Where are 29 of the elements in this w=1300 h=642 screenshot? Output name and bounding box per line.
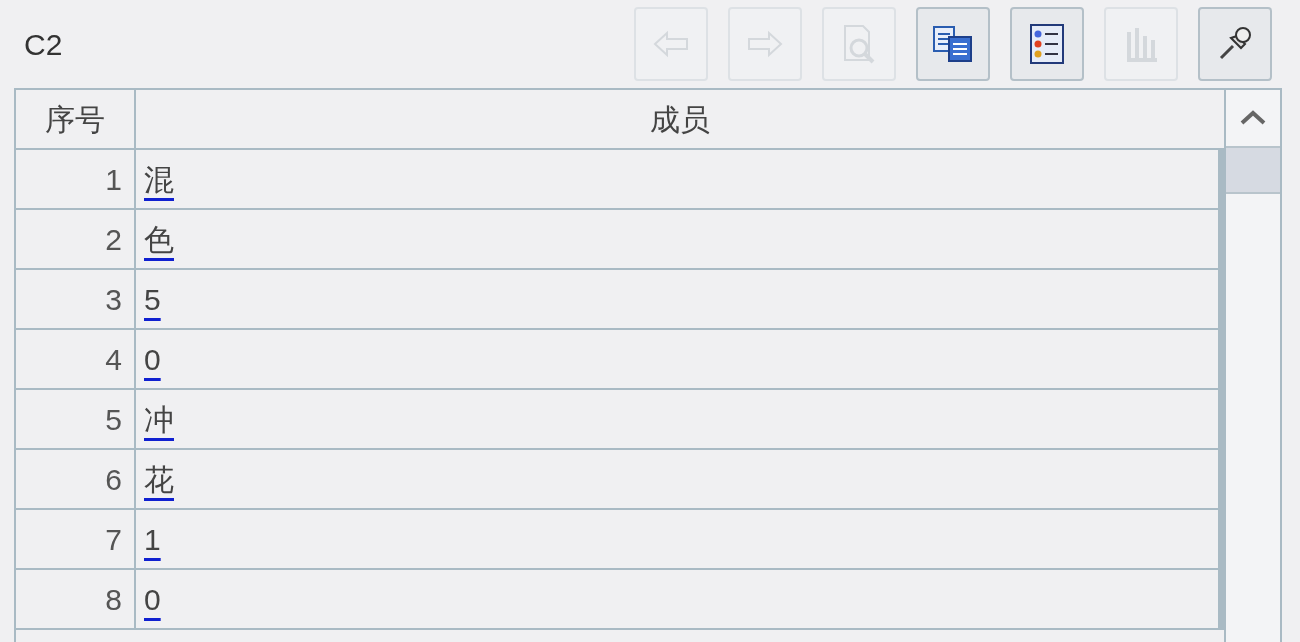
member-link[interactable]: 冲 xyxy=(144,396,174,442)
up-chevron-icon[interactable] xyxy=(1239,110,1267,126)
member-link[interactable]: 花 xyxy=(144,456,174,502)
row-number-cell: 6 xyxy=(16,450,136,508)
member-link[interactable]: 0 xyxy=(144,576,161,622)
member-link[interactable]: 色 xyxy=(144,216,174,262)
list-icon xyxy=(1027,22,1067,66)
toolbar-button[interactable] xyxy=(1198,7,1272,81)
window-title: C2 xyxy=(24,26,63,63)
column-header: 成员 xyxy=(649,101,711,138)
member-link[interactable]: 5 xyxy=(144,276,161,322)
column-header: 序号 xyxy=(16,90,136,148)
row-number-cell: 3 xyxy=(16,270,136,328)
row-number-cell: 4 xyxy=(16,330,136,388)
scrollbar-thumb[interactable] xyxy=(1226,148,1280,194)
row-number-cell: 1 xyxy=(16,150,136,208)
member-link[interactable]: 混 xyxy=(144,156,174,202)
copy-icon xyxy=(931,24,975,64)
toolbar-button[interactable] xyxy=(916,7,990,81)
row-number-cell: 2 xyxy=(16,210,136,268)
arrow-right-icon xyxy=(745,29,785,59)
row-number-cell: 7 xyxy=(16,510,136,568)
row-number-cell: 8 xyxy=(16,570,136,628)
member-link[interactable]: 0 xyxy=(144,336,161,382)
row-number-cell: 5 xyxy=(16,390,136,448)
arrow-left-icon xyxy=(651,29,691,59)
toolbar-button[interactable] xyxy=(1010,7,1084,81)
vertical-scrollbar[interactable] xyxy=(1224,90,1280,642)
member-link[interactable]: 1 xyxy=(144,516,161,562)
